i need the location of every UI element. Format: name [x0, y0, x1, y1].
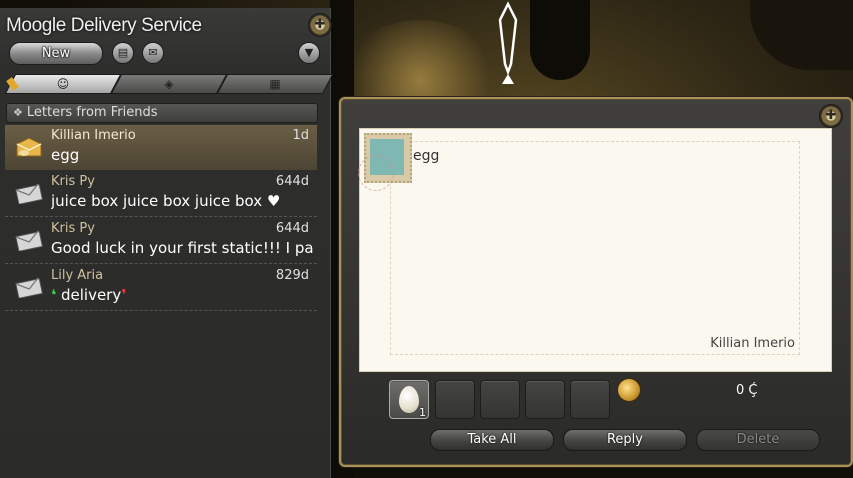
attachment-slot[interactable] — [435, 380, 475, 419]
tab-friends[interactable]: ☺ — [4, 74, 122, 94]
delete-button[interactable]: Delete — [696, 429, 820, 451]
attachment-slot[interactable] — [525, 380, 565, 419]
moogle-delivery-window: Moogle Delivery Service ✚ New ▤ ✉ ▼ ☺ ◈ … — [0, 8, 334, 478]
expand-diamond-icon: ❖ — [13, 106, 23, 119]
letter-list: Killian Imerio 1d egg Kris Py 644d juice… — [5, 125, 317, 312]
letter-tabs: ☺ ◈ ▦ — [4, 74, 334, 94]
letter-sender: Kris Py — [51, 221, 95, 236]
letter-row[interactable]: Kris Py 644d juice box juice box juice b… — [5, 171, 317, 217]
letter-signature: Killian Imerio — [710, 336, 795, 351]
take-all-button[interactable]: Take All — [430, 429, 554, 451]
letter-row[interactable]: Kris Py 644d Good luck in your first sta… — [5, 218, 317, 264]
letter-row[interactable]: Killian Imerio 1d egg — [5, 125, 317, 170]
gil-amount: 0 Ḉ — [736, 383, 758, 398]
letter-paper: egg Killian Imerio — [358, 128, 832, 372]
letter-age: 644d — [275, 221, 309, 236]
mail-history-icon[interactable]: ✉ — [142, 42, 164, 64]
letter-age: 829d — [275, 268, 309, 283]
tab-packages[interactable]: ◈ — [110, 74, 228, 94]
attachment-quantity: 1 — [419, 406, 426, 419]
section-title: Letters from Friends — [26, 105, 158, 120]
reply-button[interactable]: Reply — [563, 429, 687, 451]
document-icon: ▦ — [269, 77, 281, 91]
target-pointer-icon — [498, 1, 518, 84]
letter-subject: egg — [51, 146, 80, 164]
section-header[interactable]: ❖ Letters from Friends — [6, 103, 318, 123]
tab-gm[interactable]: ▦ — [216, 74, 334, 94]
letter-body: egg — [413, 148, 440, 164]
letter-sender: Kris Py — [51, 174, 95, 189]
settings-gear-icon[interactable]: ✚ — [308, 13, 332, 37]
letter-subject-text: delivery — [60, 286, 122, 304]
letter-subject: ❛ delivery❜ — [51, 286, 313, 304]
box-icon: ◈ — [164, 77, 174, 91]
attachment-slot[interactable] — [570, 380, 610, 419]
envelope-icon — [15, 230, 43, 251]
window-title: Moogle Delivery Service — [6, 15, 202, 36]
envelope-icon — [15, 183, 43, 204]
letter-sender: Killian Imerio — [51, 128, 136, 143]
letter-row[interactable]: Lily Aria 829d ❛ delivery❜ — [5, 265, 317, 311]
letter-sender: Lily Aria — [51, 268, 104, 283]
letter-list-icon[interactable]: ▤ — [112, 42, 134, 64]
gil-coin-icon — [617, 378, 641, 402]
postmark-icon — [358, 155, 394, 191]
envelope-icon — [15, 277, 43, 298]
letter-subject: juice box juice box juice box ♥ — [51, 192, 281, 210]
letter-border — [390, 141, 800, 355]
quote-open-mark: ❛ — [51, 286, 57, 304]
egg-icon — [399, 386, 419, 413]
attachment-slot[interactable] — [480, 380, 520, 419]
filter-icon[interactable]: ▼ — [298, 42, 320, 64]
smiley-icon: ☺ — [56, 77, 70, 91]
letter-age: 644d — [275, 174, 309, 189]
open-letter-gold-icon — [16, 137, 42, 157]
new-letter-button[interactable]: New — [9, 42, 103, 65]
letter-subject: Good luck in your first static!!! I pac… — [51, 239, 313, 257]
attachment-slot[interactable]: 1 — [389, 380, 429, 419]
letter-view-window: ✚ egg Killian Imerio 1 0 Ḉ Take All Repl… — [339, 97, 853, 467]
quote-close-mark: ❜ — [121, 286, 127, 304]
settings-gear-icon[interactable]: ✚ — [819, 104, 843, 128]
letter-age: 1d — [292, 128, 309, 143]
